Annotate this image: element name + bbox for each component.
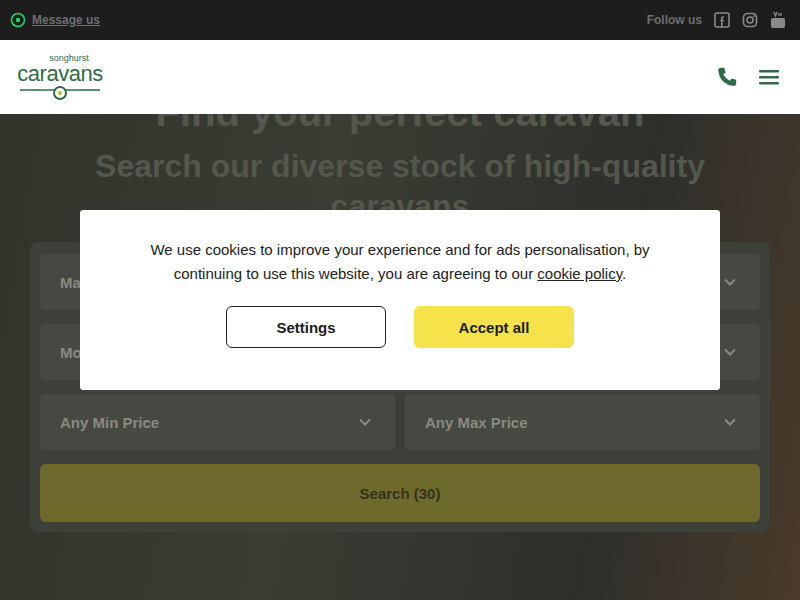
search-row: Any Min PriceAny Max Price [40, 394, 760, 450]
header: songhurstcaravans [0, 40, 800, 114]
phone-icon[interactable] [716, 66, 738, 88]
menu-icon[interactable] [758, 68, 780, 86]
chevron-down-icon [724, 348, 736, 356]
accept-button[interactable]: Accept all [414, 306, 574, 348]
facebook-icon[interactable] [714, 12, 730, 28]
top-bar: Message us Follow us [0, 0, 800, 40]
chevron-down-icon [359, 418, 371, 426]
chevron-down-icon [724, 418, 736, 426]
youtube-icon[interactable] [770, 11, 786, 29]
instagram-icon[interactable] [742, 12, 758, 28]
logo[interactable]: songhurstcaravans [20, 54, 100, 100]
search-field[interactable]: Any Min Price [40, 394, 395, 450]
message-link[interactable]: Message us [10, 12, 100, 28]
settings-button[interactable]: Settings [226, 306, 386, 348]
page: Message usFollow usFind your perfect car… [0, 0, 800, 600]
cookie-policy-link[interactable]: cookie policy [537, 265, 622, 282]
search-button[interactable]: Search (30) [40, 464, 760, 522]
cookie-message: We use cookies to improve your experienc… [120, 238, 680, 286]
search-field[interactable]: Any Max Price [405, 394, 760, 450]
cookie-dialog: We use cookies to improve your experienc… [80, 210, 720, 390]
chevron-down-icon [724, 278, 736, 286]
logo-wheel-icon [20, 86, 100, 100]
follow-links: Follow us [647, 11, 786, 29]
whatsapp-icon [10, 12, 26, 28]
